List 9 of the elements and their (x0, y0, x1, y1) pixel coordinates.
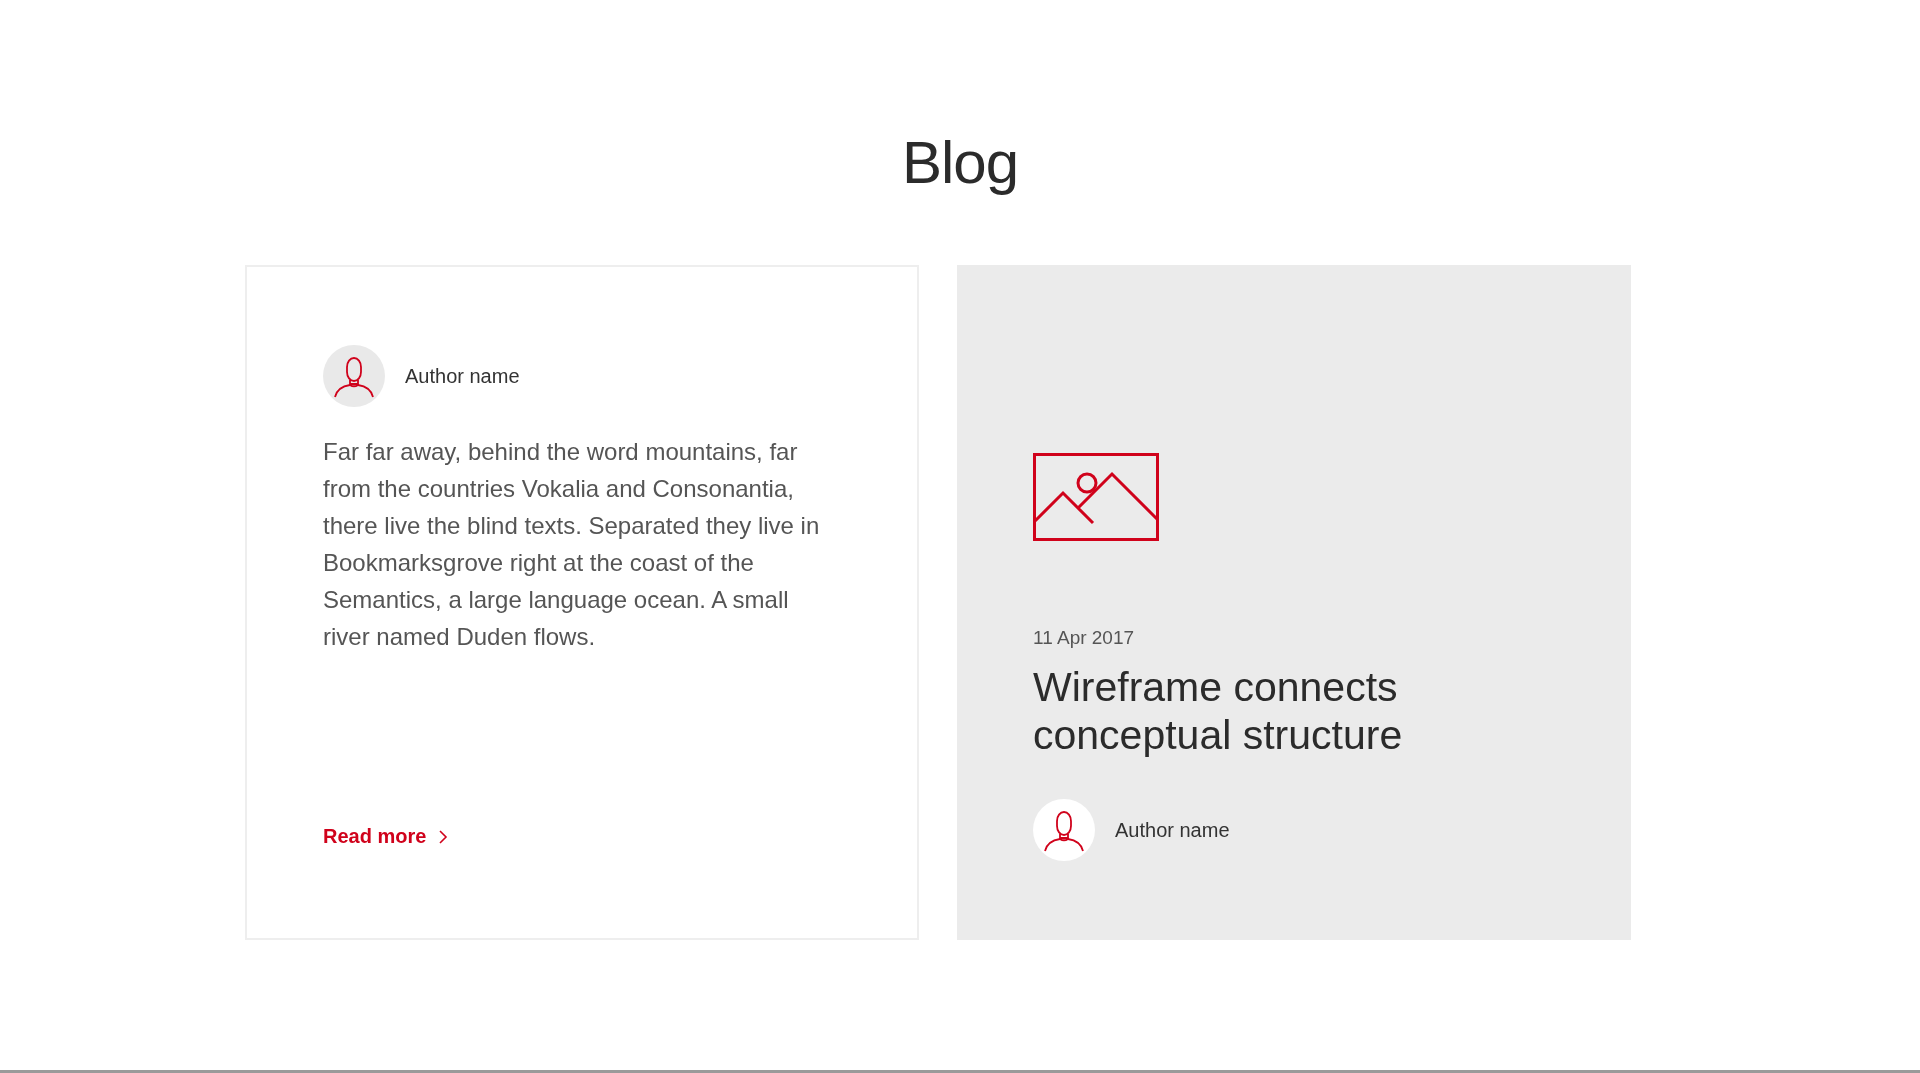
page-title: Blog (900, 128, 1020, 197)
chevron-right-icon (438, 828, 449, 845)
author-name: Author name (405, 364, 520, 388)
post-title: Wireframe connects conceptual structure (1033, 663, 1404, 759)
image-placeholder-icon (1033, 453, 1159, 541)
card-text: Far far away, behind the word mountains, far from the countries Vokalia and Consonantia, there live the blind texts. Separated they live in Bookmarksgrove right at the coast of the Semantics, a large language ocean. A small river named Duden flows. (323, 437, 821, 652)
read-more-link[interactable]: Read more (323, 825, 449, 848)
author-name: Author name (1115, 818, 1230, 842)
post-date: 11 Apr 2017 (1033, 627, 1136, 649)
